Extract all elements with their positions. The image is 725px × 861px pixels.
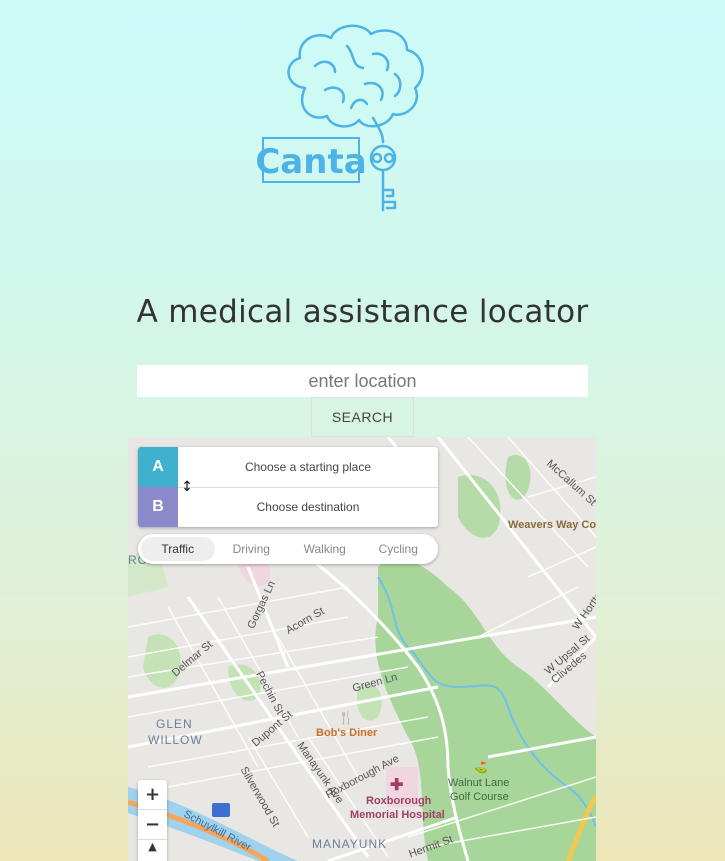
- origin-input[interactable]: Choose a starting place: [178, 447, 438, 487]
- travel-mode-tabs: Traffic Driving Walking Cycling: [138, 534, 438, 564]
- location-search-input[interactable]: [137, 365, 588, 397]
- origin-tag: A: [138, 447, 178, 487]
- golf-icon: ⛳: [474, 762, 488, 774]
- map-poi-label: Memorial Hospital: [350, 809, 445, 821]
- map-poi-label: Roxborough: [366, 795, 432, 807]
- directions-panel: A Choose a starting place B Choose desti…: [138, 447, 438, 527]
- zoom-in-button[interactable]: +: [138, 780, 167, 810]
- map-poi-label: Golf Course: [450, 791, 509, 803]
- swap-icon[interactable]: ↕: [180, 478, 194, 496]
- map-area-label: MANAYUNK: [312, 837, 388, 851]
- page-title: A medical assistance locator: [136, 294, 589, 330]
- map[interactable]: McCallum St Weavers Way Co- W Hortte W U…: [128, 437, 596, 861]
- map-area-label: WILLOW: [148, 733, 203, 747]
- search-button[interactable]: SEARCH: [311, 397, 414, 437]
- key-icon: [369, 144, 397, 172]
- tab-driving[interactable]: Driving: [215, 537, 289, 561]
- tab-traffic[interactable]: Traffic: [141, 537, 215, 561]
- compass-icon[interactable]: ▲: [138, 840, 167, 861]
- brain-icon: [287, 24, 424, 128]
- tab-cycling[interactable]: Cycling: [362, 537, 436, 561]
- hospital-icon: ✚: [390, 777, 404, 794]
- destination-tag: B: [138, 487, 178, 527]
- map-poi-label: Bob's Diner: [316, 727, 378, 739]
- destination-input[interactable]: Choose destination: [178, 487, 438, 527]
- zoom-out-button[interactable]: −: [138, 810, 167, 840]
- map-area-label: GLEN: [156, 717, 193, 731]
- map-poi-label: Weavers Way Co-: [508, 519, 596, 531]
- map-poi-label: Walnut Lane: [448, 777, 510, 789]
- restaurant-icon: 🍴: [338, 710, 355, 725]
- transit-icon: [212, 803, 230, 817]
- tab-walking[interactable]: Walking: [288, 537, 362, 561]
- logo-text: Canta: [255, 142, 366, 182]
- zoom-control: + − ▲: [138, 780, 167, 861]
- canta-logo: Canta: [255, 24, 424, 212]
